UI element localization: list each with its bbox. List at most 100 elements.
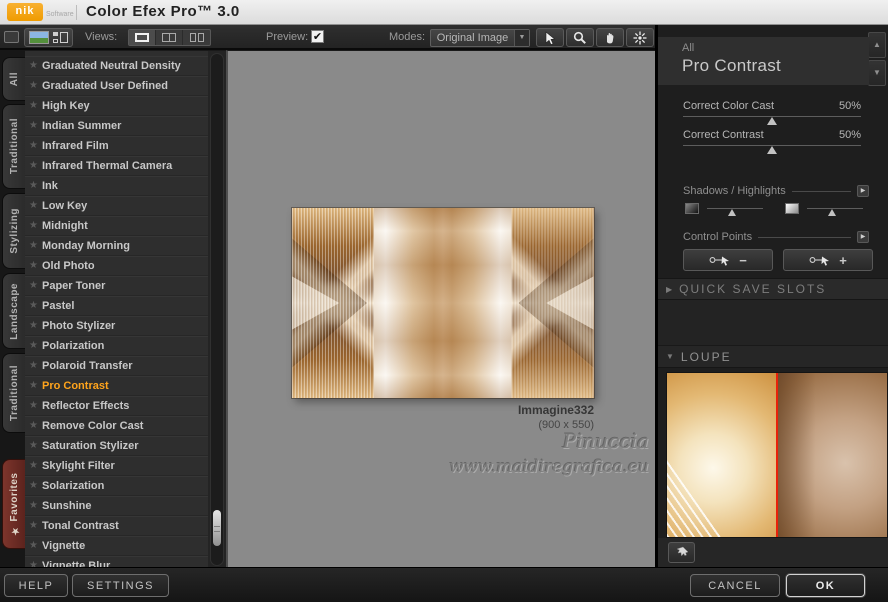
category-tab[interactable]: ★ All (2, 57, 25, 101)
favorite-star-icon[interactable]: ★ (25, 220, 42, 231)
preview-image (292, 208, 594, 398)
view-split-button[interactable] (156, 30, 183, 45)
slider-track[interactable] (683, 145, 861, 155)
category-tab[interactable]: ★ Traditional (2, 104, 25, 189)
favorite-star-icon[interactable]: ★ (25, 240, 42, 251)
settings-button[interactable]: SETTINGS (72, 574, 169, 597)
favorite-star-icon[interactable]: ★ (25, 460, 42, 471)
favorite-star-icon[interactable]: ★ (25, 340, 42, 351)
panel-scroll-up-button[interactable]: ▲ (868, 32, 886, 58)
shadow-slider-thumb[interactable] (728, 209, 736, 216)
filter-list-item[interactable]: ★ Graduated User Defined (25, 76, 208, 96)
quick-save-slots-header[interactable]: ▶ QUICK SAVE SLOTS (658, 278, 888, 300)
category-tab[interactable]: ★ Traditional (2, 353, 25, 433)
favorite-star-icon[interactable]: ★ (25, 360, 42, 371)
filter-list-item[interactable]: ★ Photo Stylizer (25, 316, 208, 336)
background-color-tool-button[interactable] (626, 28, 654, 47)
filter-list-item[interactable]: ★ Monday Morning (25, 236, 208, 256)
filter-list-item[interactable]: ★ Ink (25, 176, 208, 196)
filter-list-item[interactable]: ★ Midnight (25, 216, 208, 236)
help-button[interactable]: HELP (4, 574, 68, 597)
favorite-star-icon[interactable]: ★ (25, 440, 42, 451)
favorite-star-icon[interactable]: ★ (25, 420, 42, 431)
shadows-highlights-section: Shadows / Highlights ▶ (683, 185, 869, 197)
category-tab[interactable]: ★ Landscape (2, 273, 25, 349)
favorite-star-icon[interactable]: ★ (25, 280, 42, 291)
remove-control-point-button[interactable]: − (683, 249, 773, 271)
favorite-star-icon[interactable]: ★ (25, 80, 42, 91)
favorite-star-icon[interactable]: ★ (25, 480, 42, 491)
favorite-star-icon[interactable]: ★ (25, 400, 42, 411)
modes-dropdown[interactable]: Original Image ▼ (430, 29, 530, 47)
cancel-button[interactable]: CANCEL (690, 574, 780, 597)
slider-thumb[interactable] (767, 146, 777, 154)
filter-list-item[interactable]: ★ Vignette (25, 536, 208, 556)
preview-checkbox[interactable]: ✔ (311, 30, 324, 43)
view-single-button[interactable] (129, 30, 156, 45)
shadow-slider[interactable] (707, 208, 763, 217)
pointer-tool-button[interactable] (536, 28, 564, 47)
filter-list-item[interactable]: ★ Vignette Blur (25, 556, 208, 567)
filter-list-item[interactable]: ★ Polarization (25, 336, 208, 356)
filter-list-item[interactable]: ★ Polaroid Transfer (25, 356, 208, 376)
slider-thumb[interactable] (767, 117, 777, 125)
filter-list-item[interactable]: ★ Saturation Stylizer (25, 436, 208, 456)
filter-name: Polaroid Transfer (42, 360, 132, 372)
favorite-star-icon[interactable]: ★ (25, 540, 42, 551)
chevron-down-icon[interactable]: ▼ (514, 30, 529, 46)
zoom-tool-button[interactable] (566, 28, 594, 47)
ok-button[interactable]: OK (786, 574, 865, 597)
favorite-star-icon[interactable]: ★ (25, 500, 42, 511)
shadows-highlights-expand-button[interactable]: ▶ (857, 185, 869, 197)
filter-list-item[interactable]: ★ Solarization (25, 476, 208, 496)
filter-name: Ink (42, 180, 58, 192)
favorite-star-icon[interactable]: ★ (25, 120, 42, 131)
favorite-star-icon[interactable]: ★ (25, 300, 42, 311)
pan-tool-button[interactable] (596, 28, 624, 47)
filter-list-item[interactable]: ★ Paper Toner (25, 276, 208, 296)
filter-list-item[interactable]: ★ Low Key (25, 196, 208, 216)
filter-list-item[interactable]: ★ High Key (25, 96, 208, 116)
filter-list-item[interactable]: ★ Sunshine (25, 496, 208, 516)
filter-list: ★ Graduated Neutral Density ★ Graduated … (25, 50, 208, 567)
highlight-slider-thumb[interactable] (828, 209, 836, 216)
category-tab[interactable]: ★ Favorites (2, 459, 25, 549)
filter-list-item[interactable]: ★ Infrared Film (25, 136, 208, 156)
scrollbar-track[interactable] (210, 53, 224, 566)
view-side-by-side-button[interactable] (183, 30, 210, 45)
favorite-star-icon[interactable]: ★ (25, 180, 42, 191)
favorite-star-icon[interactable]: ★ (25, 520, 42, 531)
loupe-split-line (776, 373, 778, 537)
favorite-star-icon[interactable]: ★ (25, 60, 42, 71)
filter-list-item[interactable]: ★ Pastel (25, 296, 208, 316)
panel-scroll-down-button[interactable]: ▼ (868, 60, 886, 86)
filter-list-item[interactable]: ★ Indian Summer (25, 116, 208, 136)
layout-grid-button[interactable] (53, 31, 68, 44)
filter-list-item[interactable]: ★ Infrared Thermal Camera (25, 156, 208, 176)
filter-list-item[interactable]: ★ Reflector Effects (25, 396, 208, 416)
filter-list-item[interactable]: ★ Remove Color Cast (25, 416, 208, 436)
category-tabstrip: ★ All ★ Traditional ★ Stylizing ★ Landsc… (0, 50, 25, 567)
favorite-star-icon[interactable]: ★ (25, 380, 42, 391)
favorite-star-icon[interactable]: ★ (25, 100, 42, 111)
filter-list-item[interactable]: ★ Old Photo (25, 256, 208, 276)
highlight-slider[interactable] (807, 208, 863, 217)
favorite-star-icon[interactable]: ★ (25, 560, 42, 567)
favorite-star-icon[interactable]: ★ (25, 260, 42, 271)
favorite-star-icon[interactable]: ★ (25, 320, 42, 331)
scrollbar-thumb[interactable] (213, 510, 221, 546)
image-thumbnail-button[interactable] (29, 31, 49, 44)
filter-list-item[interactable]: ★ Skylight Filter (25, 456, 208, 476)
control-points-expand-button[interactable]: ▶ (857, 231, 869, 243)
loupe-pin-button[interactable] (668, 542, 695, 563)
favorite-star-icon[interactable]: ★ (25, 200, 42, 211)
loupe-header[interactable]: ▼ LOUPE (658, 346, 888, 368)
favorite-star-icon[interactable]: ★ (25, 160, 42, 171)
add-control-point-button[interactable]: + (783, 249, 873, 271)
filter-list-item[interactable]: ★ Graduated Neutral Density (25, 56, 208, 76)
favorite-star-icon[interactable]: ★ (25, 140, 42, 151)
filter-list-item[interactable]: ★ Pro Contrast (25, 376, 208, 396)
filter-list-item[interactable]: ★ Tonal Contrast (25, 516, 208, 536)
category-tab[interactable]: ★ Stylizing (2, 193, 25, 269)
slider-track[interactable] (683, 116, 861, 126)
